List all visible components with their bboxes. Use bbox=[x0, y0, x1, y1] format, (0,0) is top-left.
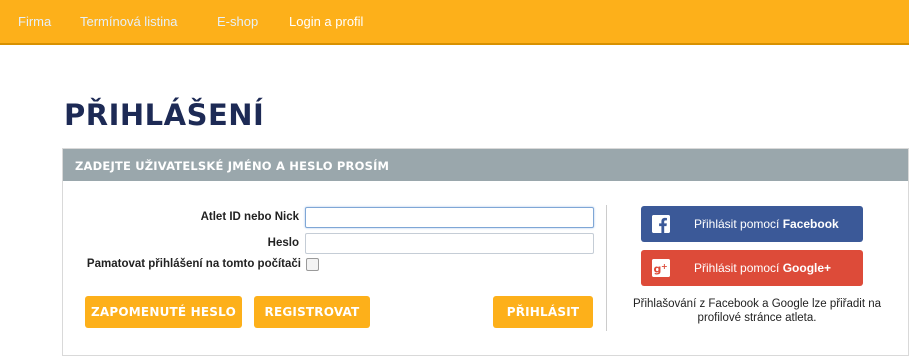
password-input[interactable] bbox=[305, 233, 594, 254]
top-navigation-bar: Firma Termínová listina E-shop Login a p… bbox=[0, 0, 909, 45]
remember-checkbox[interactable] bbox=[306, 258, 319, 271]
login-button[interactable]: PŘIHLÁSIT bbox=[493, 296, 593, 328]
facebook-login-prefix: Přihlásit pomocí bbox=[694, 217, 783, 231]
page-title: PŘIHLÁŠENÍ bbox=[64, 98, 265, 132]
nav-item-login-a-profil[interactable]: Login a profil bbox=[289, 14, 363, 29]
username-input[interactable] bbox=[305, 207, 594, 228]
google-login-prefix: Přihlásit pomocí bbox=[694, 261, 783, 275]
username-label: Atlet ID nebo Nick bbox=[200, 211, 299, 223]
nav-item-terminova-listina[interactable]: Termínová listina bbox=[80, 14, 178, 29]
facebook-icon bbox=[652, 215, 670, 233]
svg-text:+: + bbox=[661, 262, 668, 271]
panel-header: ZADEJTE UŽIVATELSKÉ JMÉNO A HESLO PROSÍM bbox=[63, 149, 908, 181]
facebook-brand-name: Facebook bbox=[782, 217, 839, 231]
facebook-login-button[interactable]: Přihlásit pomocí Facebook bbox=[641, 206, 863, 242]
google-plus-icon: g + bbox=[652, 259, 670, 277]
vertical-divider bbox=[606, 205, 607, 331]
google-login-button[interactable]: g + Přihlásit pomocí Google+ bbox=[641, 250, 863, 286]
google-brand-name: Google+ bbox=[782, 261, 832, 275]
facebook-login-label: Přihlásit pomocí Facebook bbox=[694, 217, 839, 231]
login-panel: ZADEJTE UŽIVATELSKÉ JMÉNO A HESLO PROSÍM… bbox=[62, 148, 909, 356]
panel-header-text: ZADEJTE UŽIVATELSKÉ JMÉNO A HESLO PROSÍM bbox=[75, 159, 390, 173]
google-login-label: Přihlásit pomocí Google+ bbox=[694, 261, 831, 275]
nav-item-eshop[interactable]: E-shop bbox=[217, 14, 258, 29]
social-login-note: Přihlašování z Facebook a Google lze při… bbox=[632, 298, 882, 324]
register-button[interactable]: REGISTROVAT bbox=[254, 296, 370, 328]
remember-label: Pamatovat přihlášení na tomto počítači bbox=[86, 258, 301, 270]
nav-item-firma[interactable]: Firma bbox=[18, 14, 51, 29]
password-label: Heslo bbox=[267, 237, 299, 249]
forgot-password-button[interactable]: ZAPOMENUTÉ HESLO bbox=[85, 296, 242, 328]
